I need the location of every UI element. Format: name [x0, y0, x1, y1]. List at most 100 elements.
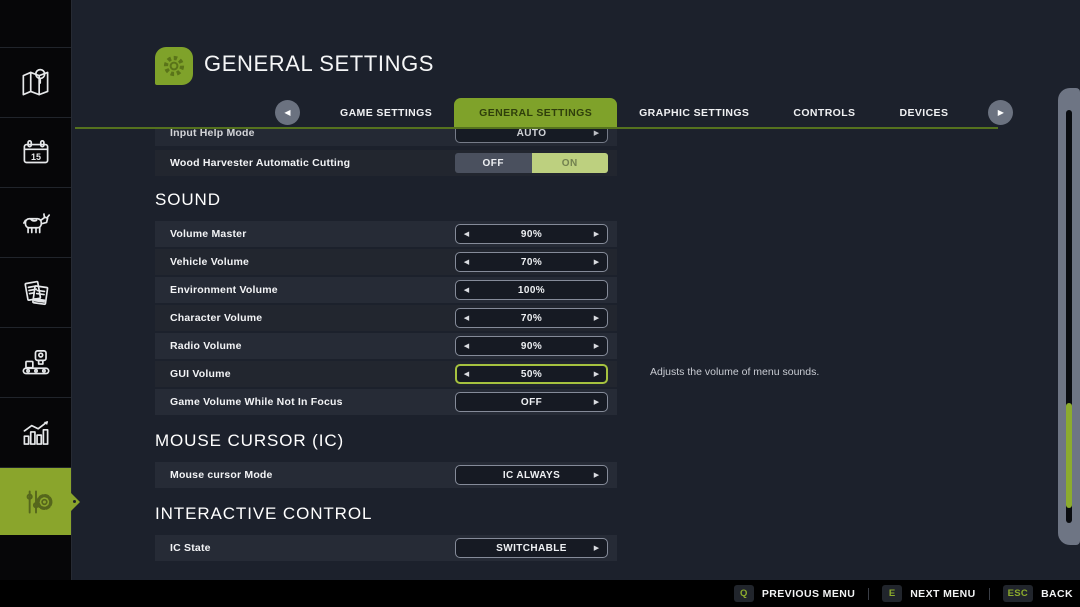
page-title: GENERAL SETTINGS [204, 51, 435, 76]
cow-icon [22, 212, 50, 233]
decrease-arrow-icon[interactable]: ◀ [462, 286, 471, 294]
setting-row-environment-volume[interactable]: Environment Volume ◀ 100% ▶ [155, 277, 617, 303]
setting-value: OFF [520, 396, 543, 408]
calendar-icon: 15 [23, 139, 48, 163]
setting-row-character-volume[interactable]: Character Volume ◀ 70% ▶ [155, 305, 617, 331]
character-volume-control[interactable]: ◀ 70% ▶ [455, 308, 608, 328]
setting-value: IC ALWAYS [502, 469, 561, 481]
tab-controls[interactable]: CONTROLS [771, 98, 877, 127]
increase-arrow-icon[interactable]: ▶ [592, 370, 601, 378]
tabs-next-button[interactable]: ▶ [988, 100, 1014, 125]
section-title-mouse-cursor: MOUSE CURSOR (IC) [155, 431, 345, 450]
tab-devices[interactable]: DEVICES [877, 98, 970, 127]
increase-arrow-icon[interactable]: ▶ [592, 544, 601, 552]
gui-volume-control[interactable]: ◀ 50% ▶ [455, 364, 608, 384]
setting-row-radio-volume[interactable]: Radio Volume ◀ 90% ▶ [155, 333, 617, 359]
setting-row-game-volume-focus[interactable]: Game Volume While Not In Focus ◀ OFF ▶ [155, 389, 617, 415]
footer-bar: Q PREVIOUS MENU E NEXT MENU ESC BACK [0, 580, 1080, 607]
setting-label: IC State [170, 542, 211, 554]
increase-arrow-icon[interactable]: ▶ [592, 471, 601, 479]
setting-label: Mouse cursor Mode [170, 469, 273, 481]
decrease-arrow-icon[interactable]: ◀ [462, 314, 471, 322]
tab-game-settings[interactable]: GAME SETTINGS [318, 98, 454, 127]
game-volume-focus-control[interactable]: ◀ OFF ▶ [455, 392, 608, 412]
map-icon [21, 68, 48, 95]
setting-value: 90% [520, 340, 543, 352]
increase-arrow-icon[interactable]: ▶ [592, 258, 601, 266]
sidebar: 15 [0, 0, 80, 580]
radio-volume-control[interactable]: ◀ 90% ▶ [455, 336, 608, 356]
setting-value: 70% [520, 256, 543, 268]
setting-row-vehicle-volume[interactable]: Vehicle Volume ◀ 70% ▶ [155, 249, 617, 275]
sidebar-item-statistics[interactable] [0, 397, 71, 467]
sidebar-item-calendar[interactable]: 15 [0, 117, 71, 187]
production-icon [21, 349, 50, 374]
footer-separator [868, 587, 870, 600]
increase-arrow-icon[interactable]: ▶ [592, 342, 601, 350]
sidebar-item-animals[interactable] [0, 187, 71, 257]
decrease-arrow-icon[interactable]: ◀ [462, 370, 471, 378]
setting-label: Environment Volume [170, 284, 278, 296]
environment-volume-control[interactable]: ◀ 100% ▶ [455, 280, 608, 300]
input-help-mode-control[interactable]: ◀ AUTO ▶ [455, 129, 608, 143]
decrease-arrow-icon[interactable]: ◀ [462, 258, 471, 266]
ic-state-control[interactable]: ◀ SWITCHABLE ▶ [455, 538, 608, 558]
setting-row-mouse-cursor-mode[interactable]: Mouse cursor Mode ◀ IC ALWAYS ▶ [155, 462, 617, 488]
gear-icon [163, 55, 185, 77]
setting-value: 90% [520, 228, 543, 240]
setting-label: GUI Volume [170, 368, 231, 380]
setting-tooltip: Adjusts the volume of menu sounds. [650, 366, 820, 378]
scrollbar-thumb[interactable] [1066, 403, 1072, 508]
back-button[interactable]: ESC BACK [1002, 585, 1073, 602]
settings-badge [155, 47, 193, 85]
stats-icon [23, 420, 48, 445]
increase-arrow-icon[interactable]: ▶ [592, 230, 601, 238]
clipped-row-wrapper: Input Help Mode ◀ AUTO ▶ [155, 129, 617, 148]
sidebar-item-map[interactable] [0, 47, 71, 117]
volume-master-control[interactable]: ◀ 90% ▶ [455, 224, 608, 244]
toggle-off-segment[interactable]: OFF [455, 153, 532, 173]
back-label: BACK [1041, 587, 1073, 600]
sidebar-item-production[interactable] [0, 327, 71, 397]
sidebar-item-settings[interactable] [0, 467, 80, 535]
key-e: E [882, 585, 903, 602]
setting-value: SWITCHABLE [496, 542, 567, 554]
previous-menu-button[interactable]: Q PREVIOUS MENU [733, 585, 855, 602]
left-arrow-icon: ◀ [284, 108, 291, 117]
setting-label: Vehicle Volume [170, 256, 250, 268]
settings-sliders-gear-icon [26, 489, 52, 514]
svg-text:15: 15 [31, 151, 41, 161]
next-menu-label: NEXT MENU [910, 587, 976, 600]
increase-arrow-icon[interactable]: ▶ [592, 398, 601, 406]
setting-label: Character Volume [170, 312, 263, 324]
setting-row-volume-master[interactable]: Volume Master ◀ 90% ▶ [155, 221, 617, 247]
tab-general-settings[interactable]: GENERAL SETTINGS [454, 98, 618, 127]
documents-icon [23, 280, 48, 305]
setting-row-wood-harvester[interactable]: Wood Harvester Automatic Cutting OFF ON [155, 150, 617, 176]
key-q: Q [733, 585, 754, 602]
tab-bar: ◀ GAME SETTINGS GENERAL SETTINGS GRAPHIC… [72, 98, 1014, 127]
tabs-prev-button[interactable]: ◀ [275, 100, 300, 125]
setting-row-gui-volume[interactable]: GUI Volume ◀ 50% ▶ [155, 361, 617, 387]
toggle-on-segment[interactable]: ON [531, 153, 608, 173]
sidebar-item-contracts[interactable] [0, 257, 71, 327]
tab-graphic-settings[interactable]: GRAPHIC SETTINGS [617, 98, 771, 127]
increase-arrow-icon[interactable]: ▶ [592, 129, 601, 137]
next-menu-button[interactable]: E NEXT MENU [882, 585, 975, 602]
decrease-arrow-icon[interactable]: ◀ [462, 230, 471, 238]
setting-row-ic-state[interactable]: IC State ◀ SWITCHABLE ▶ [155, 535, 617, 561]
mouse-cursor-mode-control[interactable]: ◀ IC ALWAYS ▶ [455, 465, 608, 485]
setting-label: Radio Volume [170, 340, 242, 352]
increase-arrow-icon[interactable]: ▶ [592, 314, 601, 322]
section-title-interactive-control: INTERACTIVE CONTROL [155, 504, 373, 523]
main-area: GENERAL SETTINGS ◀ GAME SETTINGS GENERAL… [72, 0, 1080, 580]
scrollbar[interactable] [1058, 88, 1080, 545]
footer-separator [988, 587, 990, 600]
setting-label: Game Volume While Not In Focus [170, 396, 343, 408]
vehicle-volume-control[interactable]: ◀ 70% ▶ [455, 252, 608, 272]
decrease-arrow-icon[interactable]: ◀ [462, 342, 471, 350]
setting-row-input-help-mode[interactable]: Input Help Mode ◀ AUTO ▶ [155, 129, 617, 146]
setting-value: 70% [520, 312, 543, 324]
setting-label: Input Help Mode [170, 129, 255, 139]
setting-label: Volume Master [170, 228, 247, 240]
